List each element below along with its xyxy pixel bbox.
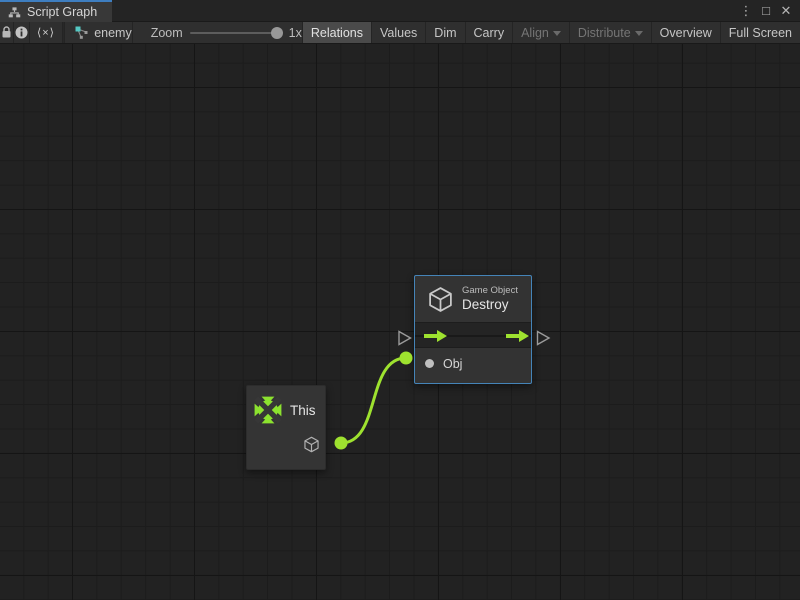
lock-button[interactable] bbox=[0, 22, 14, 43]
flow-in-arrow-icon[interactable] bbox=[424, 330, 447, 342]
zoom-slider-handle[interactable] bbox=[271, 27, 283, 39]
info-icon bbox=[15, 26, 28, 39]
zoom-slider[interactable] bbox=[190, 32, 282, 34]
values-button[interactable]: Values bbox=[371, 22, 425, 43]
control-input-port[interactable] bbox=[399, 332, 411, 345]
relations-label: Relations bbox=[311, 26, 363, 40]
values-label: Values bbox=[380, 26, 417, 40]
node-destroy-flow-row bbox=[415, 322, 531, 348]
align-label: Align bbox=[521, 26, 549, 40]
node-this-title: This bbox=[290, 403, 316, 418]
cube-icon bbox=[427, 286, 454, 313]
node-destroy[interactable]: Game Object Destroy Obj bbox=[414, 275, 532, 384]
full-screen-label: Full Screen bbox=[729, 26, 792, 40]
carry-label: Carry bbox=[474, 26, 505, 40]
node-destroy-subtitle: Game Object bbox=[462, 285, 518, 297]
graph-name-label: enemy bbox=[94, 26, 132, 40]
this-output-port[interactable] bbox=[335, 437, 348, 450]
distribute-label: Distribute bbox=[578, 26, 631, 40]
graph-asset-icon bbox=[75, 26, 88, 39]
self-icon bbox=[254, 396, 282, 424]
obj-input-port[interactable] bbox=[425, 359, 434, 368]
distribute-dropdown[interactable]: Distribute bbox=[569, 22, 651, 43]
node-this-header: This bbox=[247, 386, 325, 424]
connection-wire[interactable] bbox=[341, 358, 406, 443]
dim-label: Dim bbox=[434, 26, 456, 40]
chevron-down-icon bbox=[635, 31, 643, 36]
chevron-down-icon bbox=[553, 31, 561, 36]
close-icon[interactable]: ✕ bbox=[778, 1, 794, 21]
node-destroy-title: Destroy bbox=[462, 297, 518, 314]
window-controls: ⋮ □ ✕ bbox=[738, 0, 800, 21]
zoom-label: Zoom bbox=[151, 26, 183, 40]
dim-button[interactable]: Dim bbox=[425, 22, 464, 43]
zoom-value: 1x bbox=[289, 26, 302, 40]
zoom-control: Zoom 1x bbox=[133, 22, 302, 43]
node-destroy-obj-row: Obj bbox=[415, 348, 531, 371]
node-this[interactable]: This bbox=[246, 385, 326, 470]
cube-icon bbox=[303, 436, 320, 453]
carry-button[interactable]: Carry bbox=[465, 22, 513, 43]
graph-toolbar: ⟨×⟩ enemy Zoom 1x Relations Values Dim C… bbox=[0, 22, 800, 44]
code-toggle-button[interactable]: ⟨×⟩ bbox=[30, 22, 63, 43]
lock-icon bbox=[1, 26, 12, 39]
menu-icon[interactable]: ⋮ bbox=[738, 1, 754, 21]
code-toggle-icon: ⟨×⟩ bbox=[37, 26, 55, 39]
title-bar: Script Graph ⋮ □ ✕ bbox=[0, 0, 800, 22]
graph-icon bbox=[8, 6, 21, 19]
tab-title: Script Graph bbox=[27, 5, 97, 19]
maximize-icon[interactable]: □ bbox=[758, 1, 774, 21]
overview-button[interactable]: Overview bbox=[651, 22, 720, 43]
tab-script-graph[interactable]: Script Graph bbox=[0, 0, 112, 22]
graph-name-button[interactable]: enemy bbox=[65, 22, 133, 43]
overview-label: Overview bbox=[660, 26, 712, 40]
control-output-port[interactable] bbox=[538, 332, 550, 345]
align-dropdown[interactable]: Align bbox=[512, 22, 569, 43]
wire-layer bbox=[0, 44, 800, 600]
wire-end-port[interactable] bbox=[400, 352, 413, 365]
flow-out-arrow-icon[interactable] bbox=[506, 330, 529, 342]
relations-button[interactable]: Relations bbox=[302, 22, 371, 43]
info-button[interactable] bbox=[14, 22, 30, 43]
full-screen-button[interactable]: Full Screen bbox=[720, 22, 800, 43]
node-destroy-header: Game Object Destroy bbox=[415, 276, 531, 322]
graph-canvas[interactable]: This Game Object Destroy bbox=[0, 44, 800, 600]
node-destroy-titles: Game Object Destroy bbox=[462, 285, 518, 314]
obj-port-label: Obj bbox=[443, 357, 462, 371]
